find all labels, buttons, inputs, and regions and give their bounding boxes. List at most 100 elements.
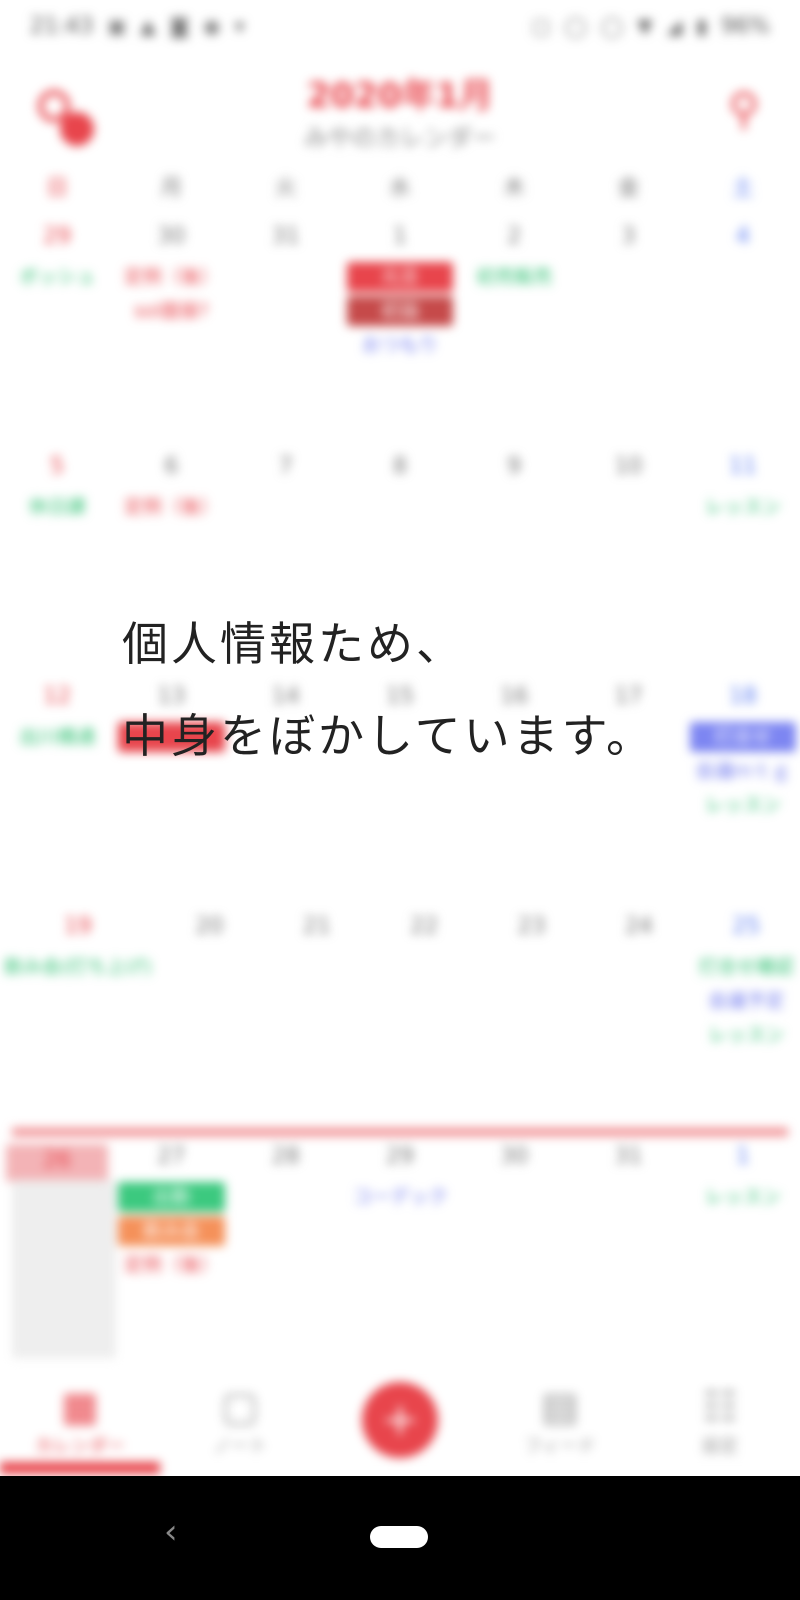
day-cell[interactable]: 22 [371, 910, 478, 1135]
event-chip[interactable]: 定例（後） [118, 1250, 224, 1280]
day-number: 12 [43, 684, 72, 709]
event-chip[interactable]: 打合せ [689, 722, 796, 752]
day-cell[interactable]: 31 [571, 1140, 685, 1360]
event-chip[interactable]: 会議予定 [697, 986, 796, 1016]
day-cell[interactable]: 5 休日課 [0, 450, 114, 675]
day-number: 20 [195, 914, 224, 939]
location-icon: ◉ [203, 14, 221, 38]
day-cell[interactable]: 10 [571, 450, 685, 675]
day-number: 31 [614, 1144, 643, 1169]
weekday-label: 木 [503, 176, 526, 201]
signal-icon: ◢ [666, 14, 683, 38]
day-cell[interactable]: 27 出勤 飲み会 定例（後） [114, 1140, 228, 1360]
event-chip[interactable]: 初売販売 [461, 262, 567, 292]
current-week-indicator [12, 1128, 788, 1136]
event-chip[interactable]: 飲み会(打ち上げ) [4, 952, 152, 982]
day-number: 31 [271, 224, 300, 249]
event-chip[interactable]: 打合せ確認 [697, 952, 796, 982]
wifi-icon: ▼ [637, 14, 653, 38]
battery-percent: 96% [721, 13, 770, 39]
day-cell[interactable]: 29 ボッシュ [0, 220, 114, 445]
event-chip[interactable]: レッスン [690, 1182, 796, 1212]
day-number: 8 [392, 454, 407, 479]
search-icon[interactable]: ⚲ [728, 84, 760, 135]
day-number: 30 [500, 1144, 529, 1169]
day-number: 6 [164, 454, 179, 479]
event-chip[interactable]: 定例（後） [118, 262, 224, 292]
day-number: 5 [50, 454, 65, 479]
day-cell[interactable]: 24 [585, 910, 692, 1135]
event-chip[interactable]: レッスン [690, 790, 796, 820]
bottom-nav: ▦ カレンダー ▢ ノート + ▤ フィード ☷ 設定 [0, 1365, 800, 1475]
nav-label: ノート [213, 1436, 267, 1457]
event-chip[interactable]: 定例（後） [118, 492, 224, 522]
day-number: 21 [302, 914, 331, 939]
day-cell[interactable]: 30 定例（後） sol面接? [114, 220, 228, 445]
event-chip[interactable]: 出川橋通 [4, 722, 110, 752]
nav-feed[interactable]: ▤ フィード [480, 1382, 640, 1458]
event-chip[interactable]: 出勤 [118, 1182, 225, 1212]
event-chip[interactable]: 会議ｍｔｇ [690, 756, 796, 786]
calendar-icon: ▦ [61, 1384, 99, 1430]
day-cell[interactable]: 1 レッスン [686, 1140, 800, 1360]
event-chip[interactable]: 元旦 [346, 262, 454, 292]
home-pill[interactable] [370, 1526, 428, 1548]
note-icon: ▢ [221, 1384, 259, 1430]
nav-add[interactable]: + [320, 1382, 480, 1458]
day-number: 25 [732, 914, 761, 939]
back-icon[interactable]: ‹ [164, 1512, 178, 1552]
event-chip[interactable]: 休日課 [4, 492, 110, 522]
calendar-name[interactable]: みやのカレンダー [0, 118, 800, 153]
system-nav-bar: ‹ [0, 1476, 800, 1600]
event-chip[interactable]: 初詣 [346, 296, 454, 326]
event-chip[interactable]: レッスン [690, 492, 796, 522]
month-title[interactable]: 2020年1月 [0, 68, 800, 117]
day-number: 22 [410, 914, 439, 939]
day-number: 3 [621, 224, 636, 249]
day-cell[interactable]: 18 打合せ会議ｍｔｇ レッスン [686, 680, 800, 905]
day-cell[interactable]: 25 打合せ確認会議予定レッスン [693, 910, 800, 1135]
day-number: 29 [385, 1144, 414, 1169]
day-cell[interactable]: 2 初売販売 [457, 220, 571, 445]
day-cell[interactable]: 20 [156, 910, 263, 1135]
day-cell[interactable]: 11 レッスン [686, 450, 800, 675]
day-cell[interactable]: 30 [457, 1140, 571, 1360]
weekday-label: 火 [274, 176, 297, 201]
nav-label: カレンダー [35, 1436, 125, 1457]
event-chip[interactable]: ボッシュ [4, 262, 110, 292]
day-cell[interactable]: 12 出川橋通 [0, 680, 114, 905]
image-icon: ▣ [107, 14, 127, 38]
weekday-label: 土 [731, 176, 754, 201]
nav-settings[interactable]: ☷ 設定 [640, 1382, 800, 1458]
day-number: 7 [278, 454, 293, 479]
event-chip[interactable]: おつもり [347, 330, 453, 360]
weekday-label: 月 [160, 176, 183, 201]
day-cell[interactable]: 9 [457, 450, 571, 675]
day-cell[interactable]: 31 [229, 220, 343, 445]
event-chip[interactable]: sol面接? [118, 296, 224, 326]
day-cell[interactable]: 23 [478, 910, 585, 1135]
nav-calendar[interactable]: ▦ カレンダー [0, 1382, 160, 1458]
add-event-button[interactable]: + [362, 1382, 438, 1458]
day-cell[interactable]: 4 [686, 220, 800, 445]
day-cell[interactable]: 28 [229, 1140, 343, 1360]
day-number: 4 [735, 224, 750, 249]
event-chip[interactable]: 飲み会 [118, 1216, 225, 1246]
day-number: 29 [43, 224, 72, 249]
day-number: 18 [728, 684, 757, 709]
day-cell[interactable]: 3 [571, 220, 685, 445]
nav-note[interactable]: ▢ ノート [160, 1382, 320, 1458]
status-time: 21:43 [30, 13, 94, 39]
day-number: 24 [624, 914, 653, 939]
nav-label: フィード [524, 1436, 596, 1457]
event-chip[interactable]: レッスン [697, 1020, 796, 1050]
weekday-row: 日 月 火 水 木 金 土 [0, 170, 800, 210]
day-cell[interactable]: 1 元旦 初詣 おつもり [343, 220, 457, 445]
day-cell[interactable]: 21 [263, 910, 370, 1135]
day-number: 19 [63, 914, 92, 939]
privacy-notice-line2: 中身をぼかしています。 [122, 709, 656, 763]
day-cell[interactable]: 19 飲み会(打ち上げ) [0, 910, 156, 1135]
privacy-notice-line1: 個人情報ため、 [122, 617, 465, 671]
day-cell[interactable]: 29 コーデック [343, 1140, 457, 1360]
event-chip[interactable]: コーデック [347, 1182, 453, 1212]
